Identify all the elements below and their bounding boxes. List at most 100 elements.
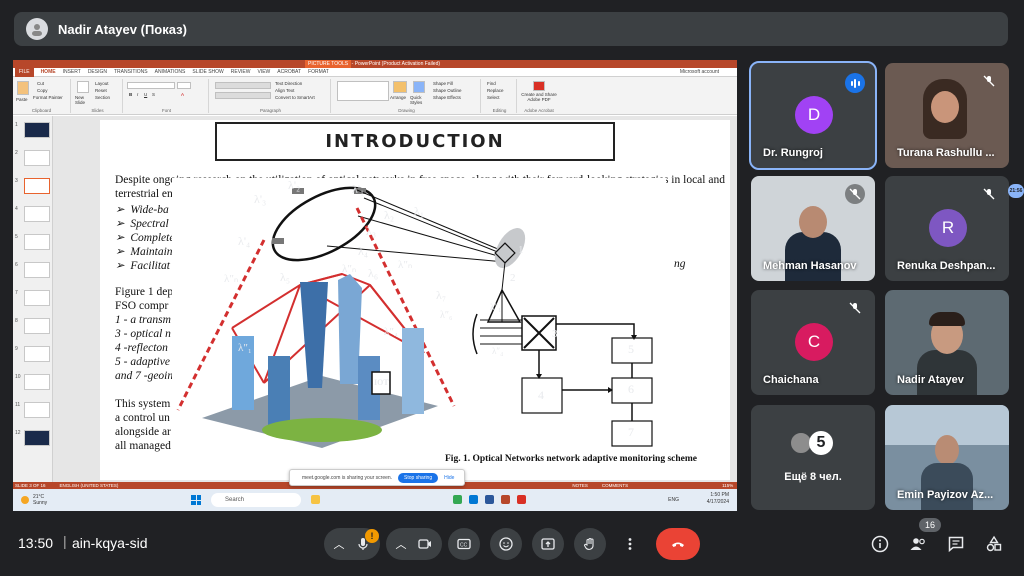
more-participants-tile[interactable]: 5 Ещё 8 чел. bbox=[751, 405, 875, 510]
taskbar-clock[interactable]: 1:50 PM 4/17/2024 bbox=[707, 492, 729, 506]
paste-button[interactable]: Paste bbox=[16, 97, 28, 102]
select-button[interactable]: Select bbox=[487, 95, 500, 100]
slide-thumbnail[interactable] bbox=[24, 122, 50, 138]
tab-format[interactable]: FORMAT bbox=[308, 69, 329, 75]
participant-tile[interactable]: C Chaichana bbox=[751, 290, 875, 395]
slide-thumbnail[interactable] bbox=[24, 402, 50, 418]
tab-acrobat[interactable]: ACROBAT bbox=[277, 69, 301, 75]
tab-view[interactable]: VIEW bbox=[258, 69, 271, 75]
chat-button[interactable] bbox=[946, 534, 966, 554]
shape-outline-button[interactable]: Shape Outline bbox=[433, 88, 462, 93]
acrobat-icon[interactable] bbox=[517, 495, 526, 504]
reactions-button[interactable] bbox=[490, 528, 522, 560]
slide-title-box[interactable]: INTRODUCTION bbox=[215, 122, 615, 161]
file-explorer-icon[interactable] bbox=[311, 495, 320, 504]
cut-button[interactable]: Cut bbox=[37, 81, 44, 86]
captions-button[interactable]: CC bbox=[448, 528, 480, 560]
weather-widget[interactable]: 21°C Sunny bbox=[33, 494, 47, 506]
stop-sharing-button[interactable]: Stop sharing bbox=[398, 472, 439, 483]
powerpoint-icon[interactable] bbox=[501, 495, 510, 504]
format-painter-button[interactable]: Format Painter bbox=[33, 95, 63, 100]
slide-thumbnail-selected[interactable] bbox=[24, 178, 50, 194]
meeting-info-button[interactable] bbox=[870, 534, 890, 554]
tab-slide-show[interactable]: SLIDE SHOW bbox=[192, 69, 223, 75]
tab-file[interactable]: FILE bbox=[15, 67, 34, 77]
participant-tile[interactable]: Mehman Hasanov bbox=[751, 176, 875, 281]
camera-control[interactable]: ︿ bbox=[386, 528, 442, 560]
tab-insert[interactable]: INSERT bbox=[63, 69, 81, 75]
list-buttons[interactable] bbox=[215, 82, 271, 89]
text-direction-button[interactable]: Text Direction bbox=[275, 81, 302, 86]
network-diagram[interactable]: λ'₁ λ'₂ λ'₃ λ'₄ λ₁ λ₂ λ₃ λ₄ λ₅ λ₆ λ₇ λ″ₙ… bbox=[172, 178, 666, 453]
font-name-select[interactable] bbox=[127, 82, 175, 89]
slide-thumbnail[interactable] bbox=[24, 150, 50, 166]
leave-call-button[interactable] bbox=[656, 528, 700, 560]
zoom-level[interactable]: 115% bbox=[722, 483, 733, 488]
language-indicator[interactable]: ENGLISH (UNITED STATES) bbox=[60, 483, 119, 488]
tab-home[interactable]: HOME bbox=[41, 69, 56, 75]
chevron-up-icon[interactable]: ︿ bbox=[334, 536, 345, 552]
present-button[interactable] bbox=[532, 528, 564, 560]
shape-effects-button[interactable]: Shape Effects bbox=[433, 95, 461, 100]
raise-hand-button[interactable] bbox=[574, 528, 606, 560]
taskbar-search[interactable]: Search bbox=[211, 493, 301, 507]
align-text-button[interactable]: Align Text bbox=[275, 88, 294, 93]
align-buttons[interactable] bbox=[215, 92, 271, 99]
new-slide-icon[interactable] bbox=[77, 81, 89, 93]
word-icon[interactable] bbox=[485, 495, 494, 504]
copy-button[interactable]: Copy bbox=[37, 88, 48, 93]
participant-tile[interactable]: Nadir Atayev bbox=[885, 290, 1009, 395]
slide[interactable]: INTRODUCTION Despite ongoing research on… bbox=[100, 120, 730, 480]
chevron-up-icon[interactable]: ︿ bbox=[396, 536, 407, 552]
meeting-code[interactable]: ain-kqya-sid bbox=[72, 535, 147, 551]
slide-thumbnail[interactable] bbox=[24, 318, 50, 334]
font-color-icon[interactable]: A bbox=[181, 92, 184, 97]
convert-smartart-button[interactable]: Convert to SmartArt bbox=[275, 95, 315, 100]
quick-styles-button[interactable]: Quick Styles bbox=[410, 95, 430, 105]
participant-tile[interactable]: Turana Rashullu ... bbox=[885, 63, 1009, 168]
chrome-icon[interactable] bbox=[453, 495, 462, 504]
slide-thumbnail[interactable] bbox=[24, 374, 50, 390]
strikethrough-icon[interactable]: S bbox=[152, 92, 155, 97]
new-slide-button[interactable]: New Slide bbox=[75, 95, 91, 105]
create-share-pdf-button[interactable]: Create and Share Adobe PDF bbox=[519, 92, 559, 102]
participant-tile[interactable]: Emin Payizov Az... bbox=[885, 405, 1009, 510]
activities-button[interactable] bbox=[984, 534, 1004, 554]
participant-tile[interactable]: D Dr. Rungroj bbox=[749, 61, 877, 170]
section-button[interactable]: Section bbox=[95, 95, 110, 100]
input-language[interactable]: ENG bbox=[668, 497, 679, 503]
people-button[interactable] bbox=[908, 534, 928, 554]
arrange-icon[interactable] bbox=[393, 81, 407, 93]
slide-thumbnail[interactable] bbox=[24, 290, 50, 306]
hide-button[interactable]: Hide bbox=[444, 475, 454, 481]
notes-button[interactable]: NOTES bbox=[572, 483, 588, 488]
tab-design[interactable]: DESIGN bbox=[88, 69, 107, 75]
find-button[interactable]: Find bbox=[487, 81, 496, 86]
slide-thumbnail[interactable] bbox=[24, 262, 50, 278]
underline-icon[interactable]: U bbox=[144, 92, 147, 97]
slide-thumbnail[interactable] bbox=[24, 430, 50, 446]
adobe-pdf-icon[interactable] bbox=[533, 81, 545, 91]
tab-animations[interactable]: ANIMATIONS bbox=[155, 69, 186, 75]
more-options-button[interactable] bbox=[616, 528, 644, 560]
quick-styles-icon[interactable] bbox=[413, 81, 425, 93]
shape-fill-button[interactable]: Shape Fill bbox=[433, 81, 453, 86]
slide-thumbnail[interactable] bbox=[24, 234, 50, 250]
reset-button[interactable]: Reset bbox=[95, 88, 107, 93]
bold-icon[interactable]: B bbox=[129, 92, 132, 97]
replace-button[interactable]: Replace bbox=[487, 88, 504, 93]
tab-review[interactable]: REVIEW bbox=[231, 69, 251, 75]
edge-icon[interactable] bbox=[469, 495, 478, 504]
italic-icon[interactable]: I bbox=[137, 92, 138, 97]
slide-thumbnail[interactable] bbox=[24, 346, 50, 362]
slide-thumbnail[interactable] bbox=[24, 206, 50, 222]
paste-icon[interactable] bbox=[17, 81, 29, 95]
layout-button[interactable]: Layout bbox=[95, 81, 109, 86]
shapes-gallery[interactable] bbox=[337, 81, 389, 101]
ppt-account[interactable]: Microsoft account bbox=[680, 69, 719, 75]
participant-tile[interactable]: R Renuka Deshpan... bbox=[885, 176, 1009, 281]
windows-start-icon[interactable] bbox=[191, 495, 201, 505]
tab-transitions[interactable]: TRANSITIONS bbox=[114, 69, 148, 75]
comments-button[interactable]: COMMENTS bbox=[602, 483, 628, 488]
font-size-select[interactable] bbox=[177, 82, 191, 89]
